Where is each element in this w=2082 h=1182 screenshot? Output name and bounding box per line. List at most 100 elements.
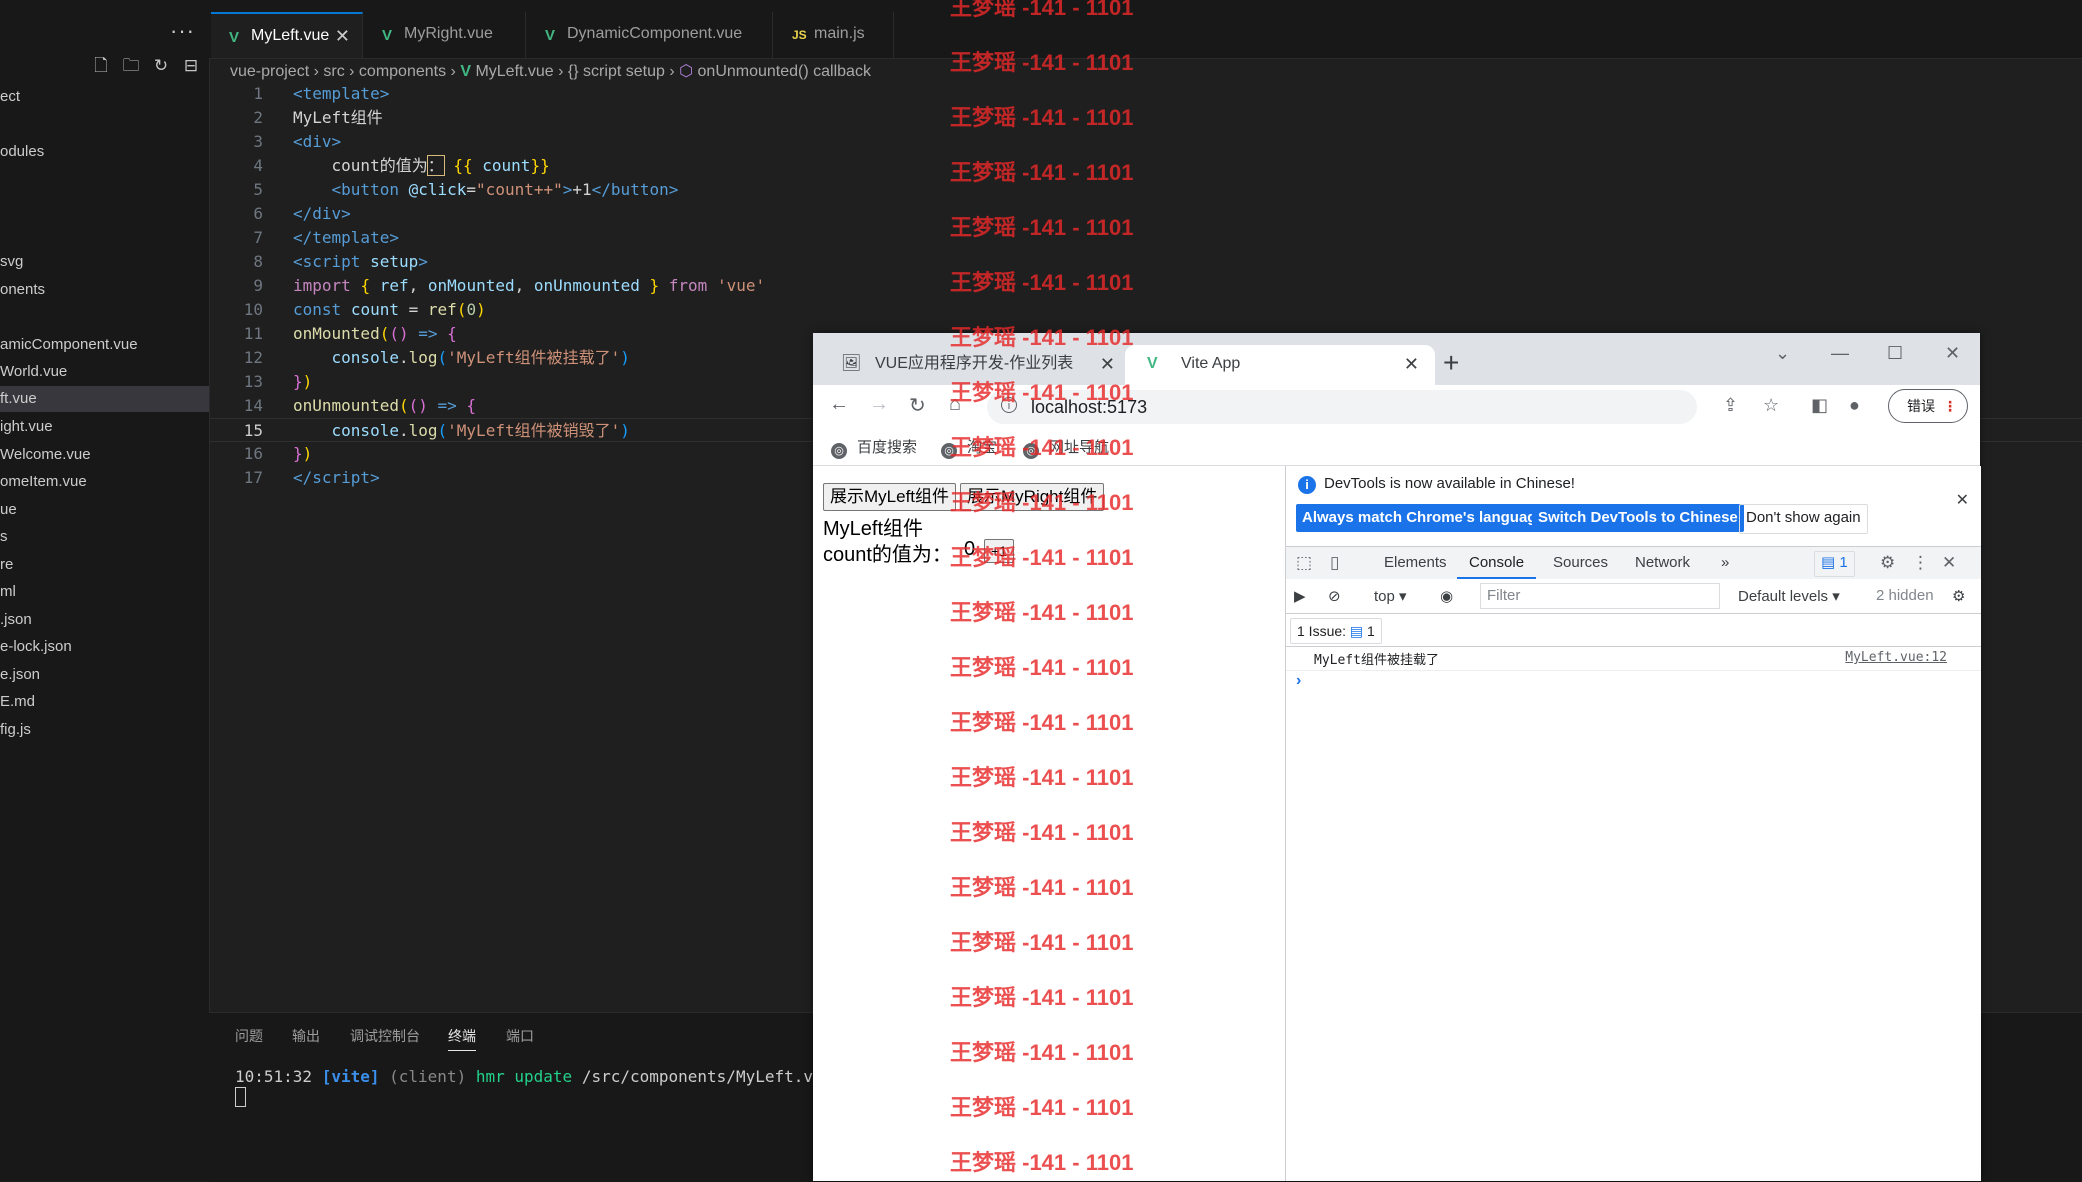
devtools-tabs: ⬚ ▯ Elements Console Sources Network » ▤…	[1286, 546, 1981, 580]
breadcrumb-item[interactable]: components	[359, 63, 446, 80]
explorer-actions: 🗋 🗀 ↻ ⊟	[92, 57, 200, 75]
explorer-item[interactable]: ml	[0, 579, 209, 605]
explorer-item[interactable]: s	[0, 524, 209, 550]
console-settings-icon[interactable]: ⚙	[1952, 587, 1965, 605]
new-file-icon[interactable]: 🗋	[92, 57, 110, 75]
close-tab-icon[interactable]: ✕	[1100, 345, 1115, 383]
console-log-row: MyLeft组件被挂载了 MyLeft.vue:12	[1286, 646, 1981, 671]
globe-icon: ◎	[941, 443, 957, 459]
browser-tab-homework[interactable]: 🖼 VUE应用程序开发-作业列表 ✕	[819, 345, 1131, 385]
tab-elements[interactable]: Elements	[1384, 547, 1447, 579]
panel-tab-terminal[interactable]: 终端	[448, 1026, 476, 1051]
maximize-icon[interactable]: ☐	[1887, 343, 1903, 364]
more-tabs-icon[interactable]: »	[1721, 547, 1729, 579]
clear-console-icon[interactable]: ⊘	[1328, 587, 1341, 605]
tab-main-js[interactable]: JS main.js	[774, 12, 894, 58]
explorer-item[interactable]: ect	[0, 84, 209, 110]
explorer-item[interactable]: Welcome.vue	[0, 442, 209, 468]
explorer-item[interactable]: E.md	[0, 689, 209, 715]
breadcrumb-item[interactable]: vue-project	[230, 63, 309, 80]
address-bar[interactable]: i localhost:5173	[987, 390, 1697, 424]
browser-tab-vite-app[interactable]: V Vite App ✕	[1125, 345, 1435, 385]
reload-icon[interactable]: ↻	[909, 393, 926, 418]
panel-tab-ports[interactable]: 端口	[506, 1026, 534, 1046]
switch-chinese-button[interactable]: Switch DevTools to Chinese	[1532, 504, 1744, 532]
explorer-item[interactable]: World.vue	[0, 359, 209, 385]
show-myright-button[interactable]: 展示MyRight组件	[960, 483, 1105, 511]
explorer-item[interactable]: e-lock.json	[0, 634, 209, 660]
device-toolbar-icon[interactable]: ▯	[1330, 553, 1339, 573]
explorer-item[interactable]: .json	[0, 607, 209, 633]
explorer-item[interactable]: ue	[0, 497, 209, 523]
close-tab-icon[interactable]: ✕	[1404, 345, 1419, 383]
profile-error-button[interactable]: 错误 ⋮	[1888, 389, 1968, 423]
inspect-icon[interactable]: ⬚	[1296, 553, 1312, 573]
explorer-item[interactable]: odules	[0, 139, 209, 165]
explorer-item[interactable]: omeItem.vue	[0, 469, 209, 495]
bookmark-star-icon[interactable]: ☆	[1763, 395, 1779, 416]
explorer-item[interactable]: svg	[0, 249, 209, 275]
log-levels-select[interactable]: Default levels ▾	[1738, 587, 1840, 605]
show-myleft-button[interactable]: 展示MyLeft组件	[823, 483, 957, 511]
more-actions-icon[interactable]: ···	[170, 18, 195, 44]
share-icon[interactable]: ⇪	[1723, 395, 1738, 416]
breadcrumb-item[interactable]: src	[323, 63, 344, 80]
live-expression-eye-icon[interactable]: ◉	[1440, 587, 1453, 605]
explorer-item-active[interactable]: ft.vue	[0, 386, 209, 412]
terminal-output[interactable]: 10:51:32 [vite] (client) hmr update /src…	[235, 1067, 832, 1107]
breadcrumb-item[interactable]: {} script setup	[568, 63, 665, 80]
tab-console[interactable]: Console	[1457, 547, 1537, 579]
tab-myleft[interactable]: V MyLeft.vue ✕	[211, 12, 363, 58]
side-panel-icon[interactable]: ◧	[1811, 395, 1828, 416]
explorer-item[interactable]: fig.js	[0, 717, 209, 743]
issues-badge[interactable]: ▤ 1	[1814, 551, 1855, 577]
tab-dynamic-component[interactable]: V DynamicComponent.vue	[527, 12, 773, 58]
explorer-item[interactable]: amicComponent.vue	[0, 332, 209, 358]
profile-avatar-icon[interactable]: ●	[1849, 395, 1860, 416]
close-window-icon[interactable]: ✕	[1945, 343, 1960, 364]
match-language-button[interactable]: Always match Chrome's language	[1296, 504, 1551, 532]
close-devtools-icon[interactable]: ✕	[1942, 553, 1956, 573]
collapse-icon[interactable]: ⊟	[182, 57, 200, 75]
bookmark-item[interactable]: ◎ 网址导航	[1023, 436, 1109, 459]
console-prompt-icon[interactable]: ›	[1296, 672, 1301, 690]
panel-tab-debug-console[interactable]: 调试控制台	[350, 1026, 420, 1046]
log-source-link[interactable]: MyLeft.vue:12	[1845, 650, 1947, 665]
panel-tab-problems[interactable]: 问题	[235, 1026, 263, 1046]
tab-myright[interactable]: V MyRight.vue	[364, 12, 526, 58]
bookmarks-bar: ◎ 百度搜索 ◎ 淘宝 ◎ 网址导航	[813, 429, 1980, 466]
settings-icon[interactable]: ⚙	[1880, 553, 1895, 573]
new-folder-icon[interactable]: 🗀	[122, 57, 140, 75]
tab-search-icon[interactable]: ⌄	[1775, 343, 1790, 364]
increment-button[interactable]: +1	[984, 539, 1014, 563]
editor-tab-bar: V MyLeft.vue ✕ V MyRight.vue V DynamicCompo…	[209, 0, 2082, 59]
sidebar-toggle-icon[interactable]: ▶	[1294, 587, 1306, 605]
log-message: MyLeft组件被挂载了	[1314, 653, 1439, 668]
forward-icon[interactable]: →	[869, 393, 889, 416]
back-icon[interactable]: ←	[829, 393, 849, 416]
home-icon[interactable]: ⌂	[949, 393, 961, 416]
close-banner-icon[interactable]: ✕	[1956, 490, 1969, 510]
bookmark-item[interactable]: ◎ 淘宝	[941, 436, 997, 459]
tab-network[interactable]: Network	[1635, 547, 1690, 579]
explorer-item[interactable]: re	[0, 552, 209, 578]
breadcrumb-item[interactable]: onUnmounted() callback	[698, 63, 871, 80]
explorer-item[interactable]: e.json	[0, 662, 209, 688]
bookmark-item[interactable]: ◎ 百度搜索	[831, 436, 917, 459]
context-select[interactable]: top ▾	[1374, 587, 1407, 605]
explorer-item[interactable]: ight.vue	[0, 414, 209, 440]
dont-show-again-button[interactable]: Don't show again	[1739, 504, 1868, 534]
breadcrumb-item[interactable]: MyLeft.vue	[475, 63, 553, 80]
filter-input[interactable]: Filter	[1480, 583, 1720, 609]
tab-sources[interactable]: Sources	[1553, 547, 1608, 579]
more-options-icon[interactable]: ⋮	[1912, 553, 1929, 573]
new-tab-icon[interactable]: +	[1443, 347, 1459, 379]
vue-icon: V	[460, 63, 471, 80]
site-info-icon[interactable]: i	[1001, 397, 1017, 413]
refresh-icon[interactable]: ↻	[152, 57, 170, 75]
minimize-icon[interactable]: —	[1831, 343, 1849, 364]
issues-button[interactable]: 1 Issue: ▤ 1	[1290, 618, 1382, 644]
explorer-item[interactable]: onents	[0, 277, 209, 303]
close-icon[interactable]: ✕	[335, 14, 350, 58]
panel-tab-output[interactable]: 输出	[292, 1026, 320, 1046]
